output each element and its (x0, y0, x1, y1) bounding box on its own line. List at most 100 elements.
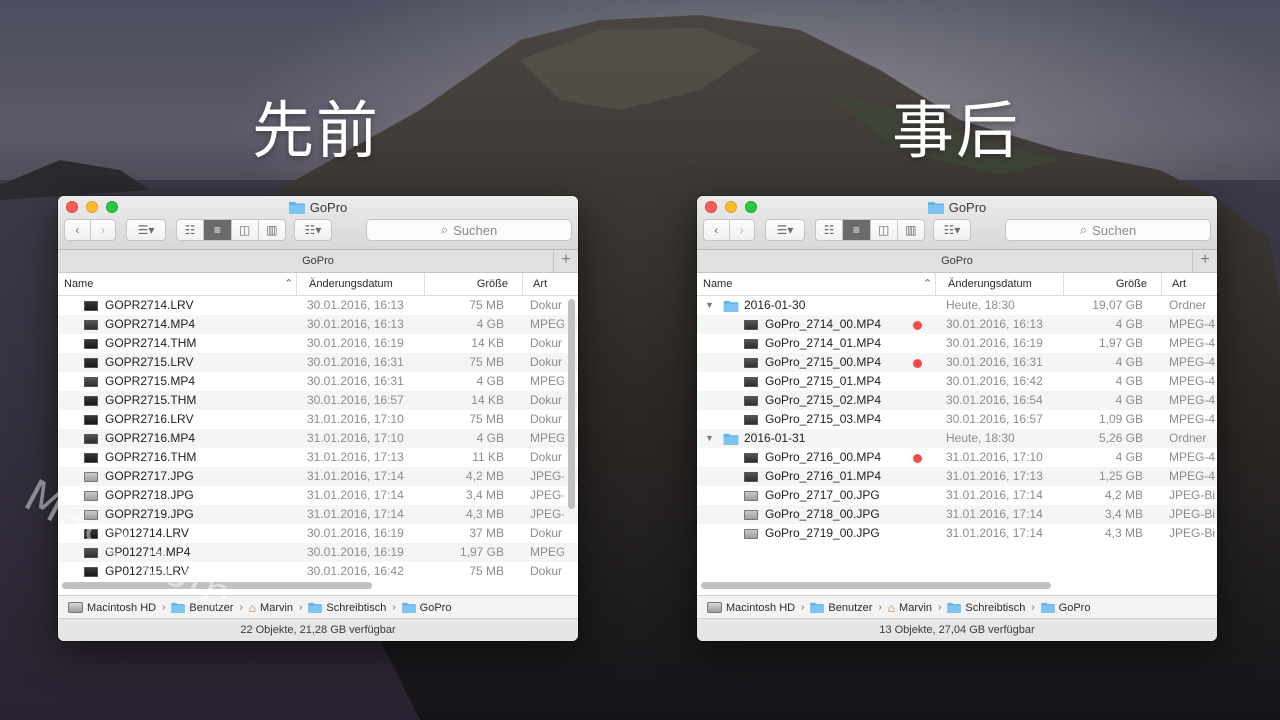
file-row[interactable]: GoPro_2719_00.JPG 31.01.2016, 17:14 4,3 MB… (697, 524, 1217, 543)
file-name: GoPro_2715_00.MP4 (765, 355, 882, 369)
file-icon (744, 491, 758, 501)
disk-icon (707, 602, 722, 613)
horizontal-scrollbar[interactable] (701, 582, 1051, 589)
new-tab-button[interactable]: + (1192, 250, 1217, 272)
icon-view-button[interactable]: ☷ (177, 220, 205, 240)
breadcrumb-item[interactable]: Macintosh HD (68, 602, 156, 614)
file-row[interactable]: GOPR2715.MP4 30.01.2016, 16:31 4 GB MPEG (58, 372, 578, 391)
breadcrumb-item[interactable]: Schreibtisch (947, 602, 1025, 614)
file-kind: Dokur (530, 298, 563, 312)
file-row[interactable]: GOPR2715.LRV 30.01.2016, 16:31 75 MB Dokur (58, 353, 578, 372)
chevron-right-icon: › (392, 602, 396, 613)
file-size: 4 GB (1115, 374, 1143, 388)
file-row[interactable]: GOPR2718.JPG 31.01.2016, 17:14 3,4 MB JPEG- (58, 486, 578, 505)
breadcrumb-item[interactable]: Benutzer (810, 602, 872, 614)
file-row[interactable]: GoPro_2716_00.MP4 31.01.2016, 17:10 4 GB MP… (697, 448, 1217, 467)
column-header-kind[interactable]: Art (522, 273, 578, 295)
home-icon: ⌂ (887, 600, 896, 615)
disclosure-triangle-icon[interactable]: ▼ (705, 429, 714, 448)
column-header-kind[interactable]: Art (1161, 273, 1217, 295)
file-name: GOPR2715.LRV (105, 355, 194, 369)
breadcrumb-item[interactable]: ⌂ Marvin (249, 601, 293, 615)
file-name: GOPR2717.JPG (105, 469, 194, 483)
column-header-date[interactable]: Änderungsdatum (935, 273, 1063, 295)
toolbar: ‹ › ☰▾ ☷ ≡ ◫ ▥ ☷▾ ⌕ Suchen (703, 219, 1211, 243)
file-row[interactable]: GoPro_2715_02.MP4 30.01.2016, 16:54 4 GB MP… (697, 391, 1217, 410)
file-row[interactable]: GoPro_2715_01.MP4 30.01.2016, 16:42 4 GB MP… (697, 372, 1217, 391)
file-kind: JPEG-Bi (1169, 507, 1216, 521)
new-tab-button[interactable]: + (553, 250, 578, 272)
file-size: 1,25 GB (1098, 469, 1143, 483)
tab-gopro[interactable]: GoPro (302, 255, 334, 267)
folder-row[interactable]: ▼ 2016-01-30 Heute, 18:30 19,07 GB Ordner (697, 296, 1217, 315)
breadcrumb-item[interactable]: Macintosh HD (707, 602, 795, 614)
column-header-name[interactable]: Name ⌃ (64, 273, 294, 295)
search-field[interactable]: ⌕ Suchen (1005, 219, 1211, 241)
file-row[interactable]: GoPro_2714_01.MP4 30.01.2016, 16:19 1,97 G… (697, 334, 1217, 353)
column-view-button[interactable]: ◫ (232, 220, 259, 240)
breadcrumb-item[interactable]: Schreibtisch (308, 602, 386, 614)
column-header-name[interactable]: Name ⌃ (703, 273, 933, 295)
horizontal-scrollbar[interactable] (62, 582, 372, 589)
breadcrumb-item[interactable]: GoPro (401, 601, 452, 614)
toolbar: ‹ › ☰▾ ☷ ≡ ◫ ▥ ☷▾ ⌕ Suchen (64, 219, 572, 243)
column-header-date[interactable]: Änderungsdatum (296, 273, 424, 295)
file-row[interactable]: GOPR2716.MP4 31.01.2016, 17:10 4 GB MPEG (58, 429, 578, 448)
search-icon: ⌕ (440, 222, 449, 237)
file-date: 30.01.2016, 16:57 (307, 393, 404, 407)
file-row[interactable]: GoPro_2715_03.MP4 30.01.2016, 16:57 1,09 G… (697, 410, 1217, 429)
file-icon (84, 472, 98, 482)
back-button[interactable]: ‹ (704, 220, 730, 240)
file-row[interactable]: GoPro_2716_01.MP4 31.01.2016, 17:13 1,25 G… (697, 467, 1217, 486)
search-field[interactable]: ⌕ Suchen (366, 219, 572, 241)
file-row[interactable]: GoPro_2715_00.MP4 30.01.2016, 16:31 4 GB MP… (697, 353, 1217, 372)
folder-icon (1040, 602, 1055, 613)
file-kind: MPEG-4 (1169, 412, 1216, 426)
file-row[interactable]: GOPR2716.LRV 31.01.2016, 17:10 75 MB Dokur (58, 410, 578, 429)
file-row[interactable]: GOPR2714.THM 30.01.2016, 16:19 14 KB Dokur (58, 334, 578, 353)
folder-row[interactable]: ▼ 2016-01-31 Heute, 18:30 5,26 GB Ordner (697, 429, 1217, 448)
file-row[interactable]: GOPR2717.JPG 31.01.2016, 17:14 4,2 MB JPEG- (58, 467, 578, 486)
file-icon (84, 453, 98, 463)
file-kind: Ordner (1169, 298, 1207, 312)
group-button[interactable]: ☷▾ (933, 219, 971, 241)
file-size: 75 MB (469, 564, 504, 578)
group-button[interactable]: ☷▾ (294, 219, 332, 241)
disclosure-triangle-icon[interactable]: ▼ (705, 296, 714, 315)
icon-view-button[interactable]: ☷ (816, 220, 844, 240)
file-date: 30.01.2016, 16:19 (307, 526, 404, 540)
file-row[interactable]: GP012714.MP4 30.01.2016, 16:19 1,97 GB MPEG (58, 543, 578, 562)
file-row[interactable]: GOPR2714.LRV 30.01.2016, 16:13 75 MB Dokur (58, 296, 578, 315)
column-header-size[interactable]: Größe (1063, 273, 1161, 295)
breadcrumb-item[interactable]: GoPro (1040, 602, 1090, 614)
file-icon (84, 548, 98, 558)
file-row[interactable]: GoPro_2717_00.JPG 31.01.2016, 17:14 4,2 MB… (697, 486, 1217, 505)
file-date: 31.01.2016, 17:13 (307, 450, 404, 464)
gallery-view-button[interactable]: ▥ (259, 220, 285, 240)
breadcrumb-item[interactable]: Benutzer (171, 602, 233, 614)
list-view-button[interactable]: ≡ (204, 220, 232, 240)
breadcrumb-label: GoPro (419, 601, 452, 614)
arrange-button[interactable]: ☰▾ (765, 219, 805, 241)
column-view-button[interactable]: ◫ (871, 220, 898, 240)
gallery-view-button[interactable]: ▥ (898, 220, 924, 240)
forward-button[interactable]: › (91, 220, 116, 240)
file-row[interactable]: GP012714.LRV 30.01.2016, 16:19 37 MB Dokur (58, 524, 578, 543)
breadcrumb-item[interactable]: ⌂ Marvin (888, 601, 932, 615)
view-mode-selector: ☷ ≡ ◫ ▥ (176, 219, 286, 241)
file-row[interactable]: GOPR2719.JPG 31.01.2016, 17:14 4,3 MB JPEG- (58, 505, 578, 524)
file-row[interactable]: GoPro_2714_00.MP4 30.01.2016, 16:13 4 GB MP… (697, 315, 1217, 334)
list-view-button[interactable]: ≡ (843, 220, 871, 240)
file-row[interactable]: GOPR2715.THM 30.01.2016, 16:57 14 KB Dokur (58, 391, 578, 410)
file-row[interactable]: GoPro_2718_00.JPG 31.01.2016, 17:14 3,4 MB… (697, 505, 1217, 524)
arrange-button[interactable]: ☰▾ (126, 219, 166, 241)
tab-bar: GoPro + (58, 250, 578, 273)
file-row[interactable]: GOPR2714.MP4 30.01.2016, 16:13 4 GB MPEG (58, 315, 578, 334)
column-header-size[interactable]: Größe (424, 273, 522, 295)
file-row[interactable]: GP012715.LRV 30.01.2016, 16:42 75 MB Dokur (58, 562, 578, 581)
tab-gopro[interactable]: GoPro (941, 255, 973, 267)
file-row[interactable]: GOPR2716.THM 31.01.2016, 17:13 11 KB Dokur (58, 448, 578, 467)
back-button[interactable]: ‹ (65, 220, 91, 240)
vertical-scrollbar[interactable] (568, 299, 575, 509)
forward-button[interactable]: › (730, 220, 755, 240)
